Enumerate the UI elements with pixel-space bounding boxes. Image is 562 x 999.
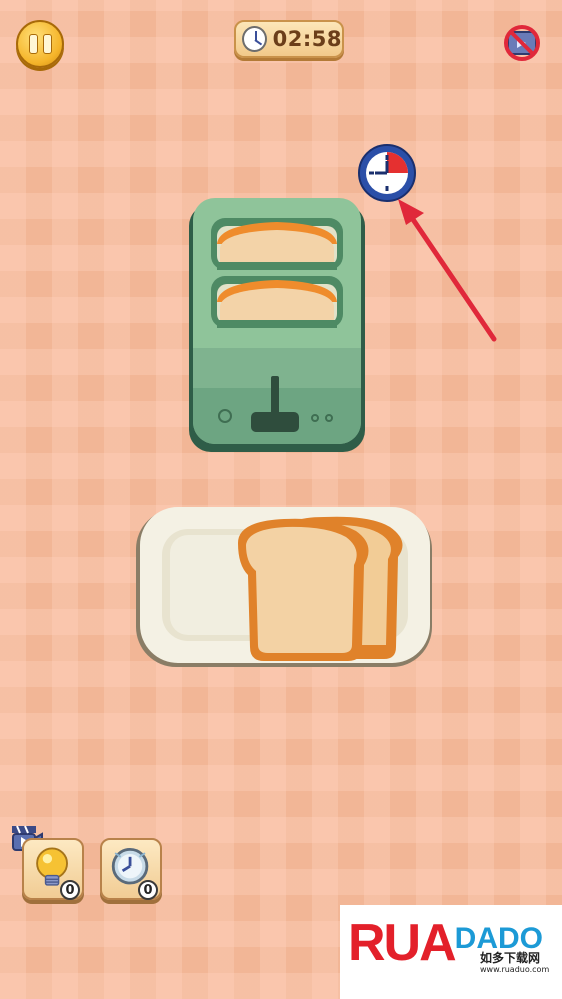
hint-powerup-button[interactable]: 0 [22, 838, 84, 900]
freeze-time-powerup-button[interactable]: 0 [100, 838, 162, 900]
toast-slot-bottom [211, 276, 343, 328]
freeze-count: 0 [138, 880, 158, 900]
countdown-timer: 02:58 [234, 20, 344, 58]
bread-slice-front[interactable] [238, 518, 369, 661]
watermark-chinese-text: 如多下载网 [480, 951, 541, 965]
no-ads-icon [504, 25, 540, 61]
hint-arrow [398, 199, 497, 342]
timer-text: 02:58 [272, 27, 342, 51]
hint-count: 0 [60, 880, 80, 900]
toaster[interactable] [187, 198, 367, 453]
toast-slot-top [211, 218, 343, 270]
site-watermark: RUADADO 如多下载网 www.ruaduo.com [340, 905, 562, 999]
no-ads-button[interactable] [500, 24, 544, 64]
watermark-url: www.ruaduo.com [480, 965, 550, 974]
pause-icon [28, 34, 38, 54]
clock-icon [242, 26, 267, 52]
clock-icon [358, 144, 416, 202]
pause-button[interactable] [16, 20, 64, 68]
bread-plate[interactable] [134, 505, 434, 670]
